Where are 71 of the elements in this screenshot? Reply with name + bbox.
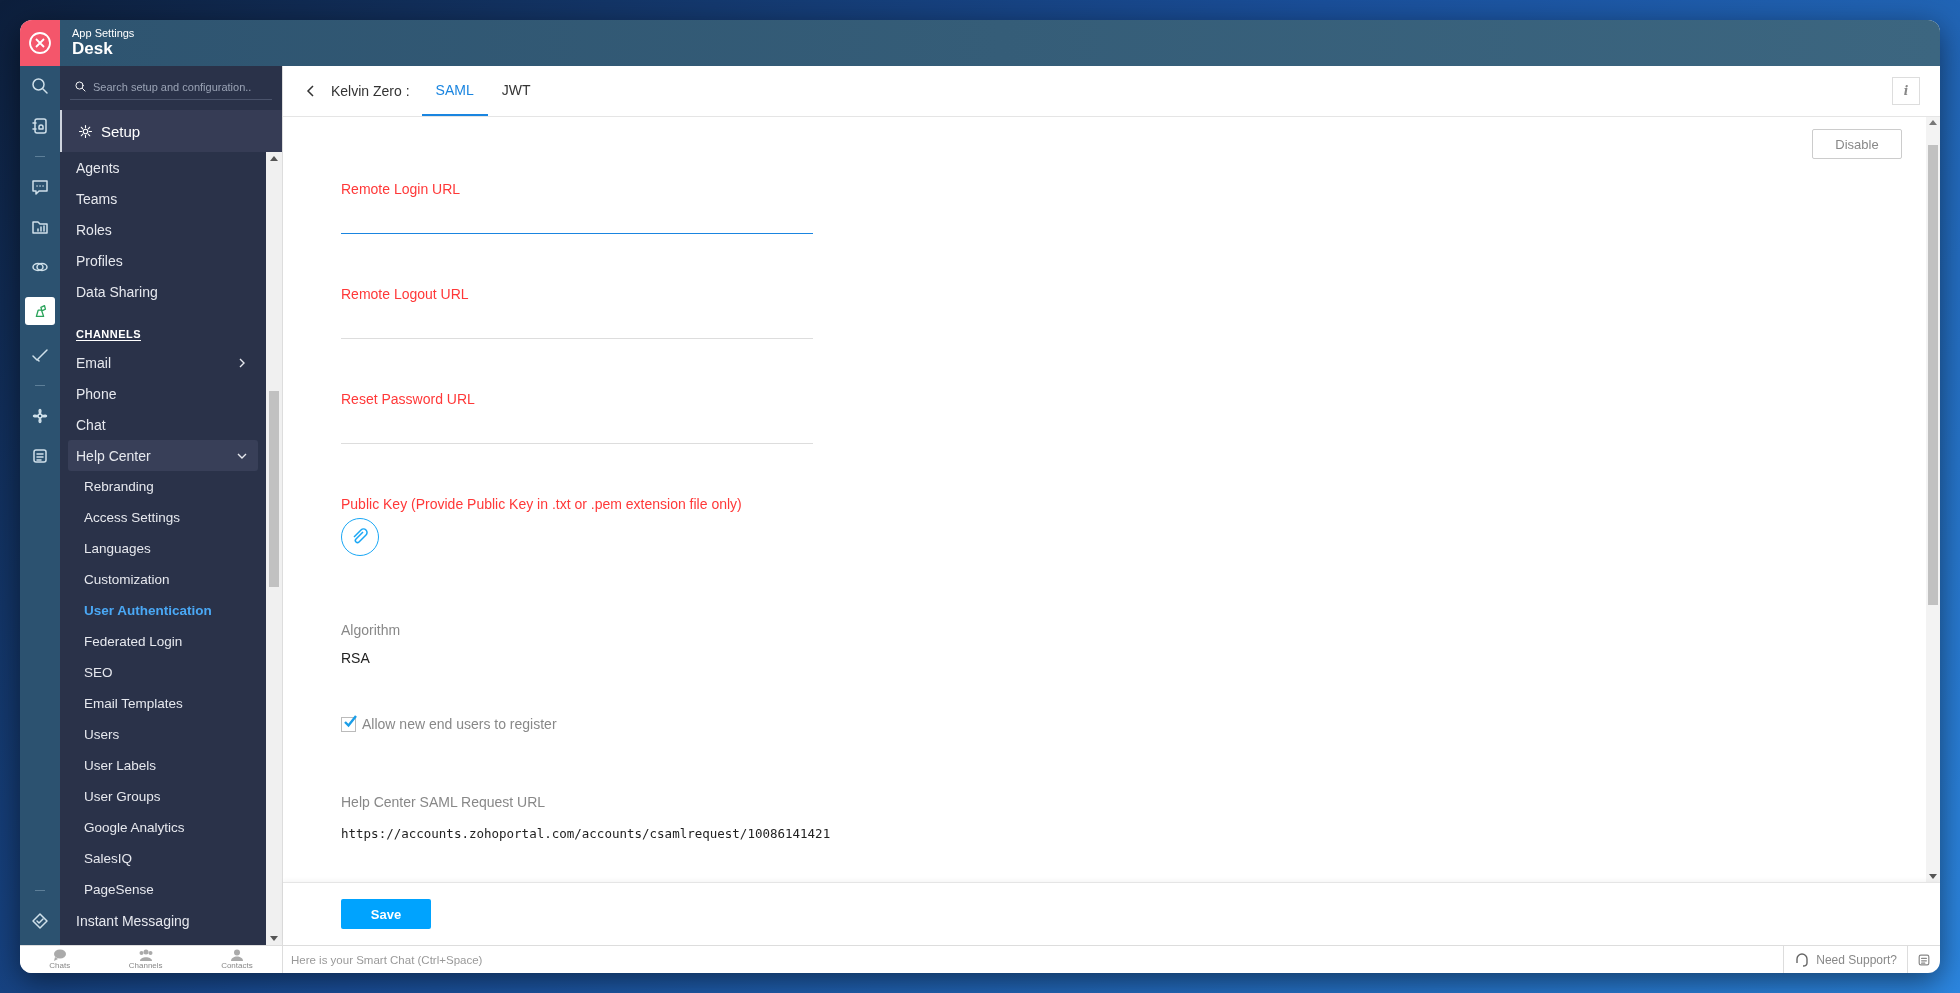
search-field[interactable]: Search setup and configuration.. [93, 80, 252, 93]
search-icon[interactable] [30, 76, 50, 96]
checkbox-label: Allow new end users to register [362, 716, 557, 732]
search-icon[interactable] [74, 80, 87, 93]
flower-icon[interactable] [30, 406, 50, 426]
sidebar-subitem[interactable]: Languages [60, 533, 258, 564]
sidebar-subitem[interactable]: User Groups [60, 781, 258, 812]
setup-header[interactable]: Setup [60, 110, 282, 152]
close-icon[interactable] [28, 31, 52, 55]
sidebar-item[interactable]: Phone [60, 378, 258, 409]
checkbox[interactable] [341, 716, 356, 732]
sidebar-item[interactable]: Teams [60, 183, 258, 214]
sidebar-subitem[interactable]: PageSense [60, 874, 258, 905]
contact-book-icon[interactable] [30, 116, 50, 136]
sidebar-item[interactable]: Email [60, 347, 258, 378]
tag-icon[interactable] [30, 911, 50, 931]
field-label: Public Key (Provide Public Key in .txt or .pem extension file only) [341, 496, 743, 512]
sidebar-subitem[interactable]: SalesIQ [60, 843, 258, 874]
chat-bubble-icon [52, 949, 67, 961]
sidebar-item[interactable]: Profiles [60, 245, 258, 276]
url-value: https://accounts.zohoportal.com/accounts/csamlrequest/10086141421 [341, 826, 832, 841]
section-heading: CHANNELS [76, 328, 142, 341]
scroll-up-arrow-icon[interactable] [270, 156, 278, 161]
scrollbar-thumb[interactable] [1928, 144, 1938, 605]
field-value: RSA [341, 650, 371, 666]
sidebar-subitem[interactable]: User Labels [60, 750, 258, 781]
tab[interactable]: JWT [487, 66, 545, 116]
disable-button[interactable]: Disable [1812, 129, 1902, 159]
bottom-tab[interactable]: Channels [128, 949, 163, 970]
page-title: Kelvin Zero : [331, 82, 410, 101]
sidebar-item[interactable]: Instant Messaging [60, 905, 258, 936]
sidebar-subitem[interactable]: Customization [60, 564, 258, 595]
group-icon [138, 949, 153, 961]
field-label: Help Center SAML Request URL [341, 794, 547, 810]
sidebar-item[interactable]: Help Center [68, 440, 258, 471]
sidebar-subitem[interactable]: Federated Login [60, 626, 258, 657]
bottom-tab[interactable]: Contacts [221, 949, 253, 970]
sidebar-subitem[interactable]: SEO [60, 657, 258, 688]
attach-button[interactable] [341, 518, 379, 556]
newspaper-icon[interactable] [30, 446, 50, 466]
tab[interactable]: SAML [421, 66, 488, 116]
sidebar-subitem[interactable]: Email Templates [60, 688, 258, 719]
sidebar-subitem[interactable]: User Authentication [60, 595, 258, 626]
sidebar-subitem[interactable]: Google Analytics [60, 812, 258, 843]
headset-icon [1794, 951, 1811, 968]
header-subtitle: App Settings [72, 27, 136, 39]
field-label: Remote Logout URL [341, 286, 470, 302]
sidebar-subitem[interactable]: Access Settings [60, 502, 258, 533]
field-label: Reset Password URL [341, 391, 476, 407]
field-label: Remote Login URL [341, 181, 462, 197]
bottom-tab[interactable]: Chats [49, 949, 71, 970]
chat-bubble-icon[interactable] [30, 177, 50, 197]
support-button[interactable]: Need Support? [1783, 946, 1907, 973]
scroll-down-arrow-icon[interactable] [1929, 874, 1937, 879]
gear-icon[interactable] [78, 123, 93, 139]
scroll-down-arrow-icon[interactable] [270, 936, 278, 941]
scrollbar-thumb[interactable] [269, 390, 279, 587]
sidebar-item[interactable]: Chat [60, 409, 258, 440]
person-icon [229, 949, 244, 961]
sidebar-item[interactable]: Agents [60, 152, 258, 183]
setup-label: Setup [101, 122, 141, 140]
sidebar-item[interactable]: Data Sharing [60, 276, 258, 307]
sidebar-subitem[interactable]: Users [60, 719, 258, 750]
field-label: Algorithm [341, 622, 402, 638]
sidebar-item[interactable]: Roles [60, 214, 258, 245]
scroll-up-arrow-icon[interactable] [1929, 120, 1937, 125]
chevron-left-icon [305, 85, 317, 97]
header-title: Desk [72, 39, 114, 59]
sidebar-subitem[interactable]: Rebranding [60, 471, 258, 502]
smart-chat-field[interactable]: Here is your Smart Chat (Ctrl+Space) [283, 945, 1784, 973]
info-button[interactable]: i [1892, 77, 1920, 105]
